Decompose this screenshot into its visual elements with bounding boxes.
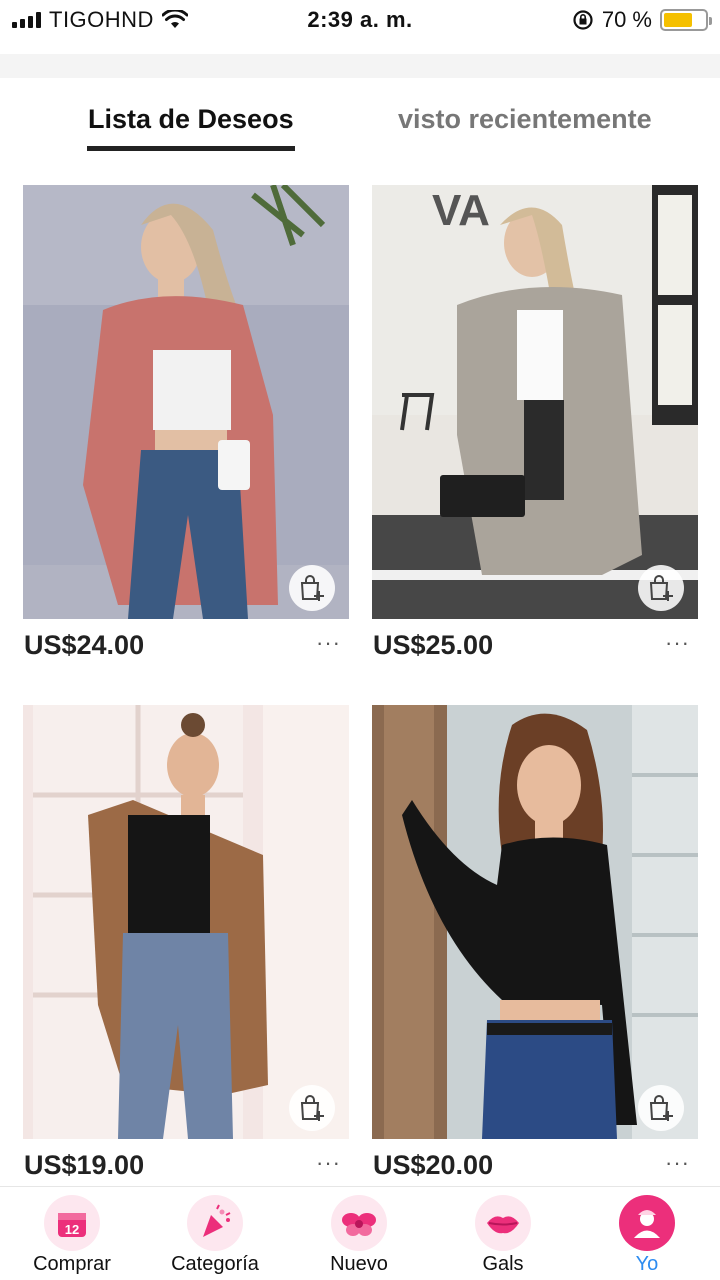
tab-bar: Lista de Deseos visto recientemente: [0, 96, 720, 156]
nav-label: Yo: [635, 1253, 659, 1275]
add-to-bag-button[interactable]: [638, 1085, 684, 1131]
bottom-nav: 12 Comprar Categoría Nuevo Gals Yo: [0, 1186, 720, 1280]
lips-icon: [475, 1195, 531, 1251]
battery-level: [664, 13, 692, 27]
product-price: US$24.00: [24, 630, 145, 660]
battery-percent: 70 %: [601, 7, 652, 32]
product-price: US$20.00: [373, 1150, 494, 1180]
nav-yo[interactable]: Yo: [577, 1195, 717, 1276]
price-row: US$24.00 ···: [23, 626, 349, 662]
battery-icon: [660, 9, 712, 31]
add-to-bag-icon: [300, 1095, 324, 1121]
party-popper-icon: [187, 1195, 243, 1251]
add-to-bag-button[interactable]: [289, 1085, 335, 1131]
nav-label: Nuevo: [330, 1253, 388, 1275]
nav-comprar[interactable]: 12 Comprar: [2, 1195, 142, 1276]
product-price: US$25.00: [373, 630, 494, 660]
price-row: US$25.00 ···: [372, 626, 698, 662]
nav-categoria[interactable]: Categoría: [145, 1195, 285, 1276]
product-image[interactable]: [23, 705, 349, 1139]
status-bar: TIGOHND 2:39 a. m. 70 %: [0, 0, 720, 40]
add-to-bag-icon: [649, 575, 673, 601]
status-right: 70 %: [572, 7, 712, 33]
nav-label: Gals: [482, 1253, 524, 1275]
add-to-bag-button[interactable]: [289, 565, 335, 611]
nav-gals[interactable]: Gals: [433, 1195, 573, 1276]
product-image[interactable]: VA: [372, 185, 698, 619]
user-avatar-icon: [619, 1195, 675, 1251]
product-image[interactable]: [23, 185, 349, 619]
nav-label: Comprar: [33, 1253, 111, 1275]
product-card[interactable]: US$20.00 ···: [372, 705, 698, 1180]
price-row: US$19.00 ···: [23, 1146, 349, 1182]
product-card[interactable]: US$19.00 ···: [23, 705, 349, 1180]
product-price: US$19.00: [24, 1150, 145, 1180]
tab-recently-viewed[interactable]: visto recientemente: [398, 104, 652, 135]
woman-black-cardigan-photo: [372, 705, 698, 1139]
nav-label: Categoría: [171, 1253, 259, 1275]
nav-nuevo[interactable]: Nuevo: [289, 1195, 429, 1276]
rotation-lock-icon: [573, 10, 593, 30]
svg-text:12: 12: [65, 1222, 79, 1237]
woman-pink-cardigan-photo: [23, 185, 349, 619]
product-image[interactable]: [372, 705, 698, 1139]
add-to-bag-icon: [300, 575, 324, 601]
calendar-12-icon: 12: [44, 1195, 100, 1251]
product-card[interactable]: VA US$25.00 ···: [372, 185, 698, 660]
product-card[interactable]: US$24.00 ···: [23, 185, 349, 660]
more-options-icon[interactable]: ···: [665, 1150, 690, 1176]
svg-text:VA: VA: [432, 186, 490, 235]
woman-brown-cardigan-photo: [23, 705, 349, 1139]
more-options-icon[interactable]: ···: [316, 1150, 341, 1176]
woman-gray-cardigan-photo: VA: [372, 185, 698, 619]
more-options-icon[interactable]: ···: [665, 630, 690, 656]
add-to-bag-icon: [649, 1095, 673, 1121]
flower-icon: [331, 1195, 387, 1251]
tab-wishlist[interactable]: Lista de Deseos: [87, 104, 295, 151]
add-to-bag-button[interactable]: [638, 565, 684, 611]
header-divider: [0, 54, 720, 78]
more-options-icon[interactable]: ···: [316, 630, 341, 656]
price-row: US$20.00 ···: [372, 1146, 698, 1182]
